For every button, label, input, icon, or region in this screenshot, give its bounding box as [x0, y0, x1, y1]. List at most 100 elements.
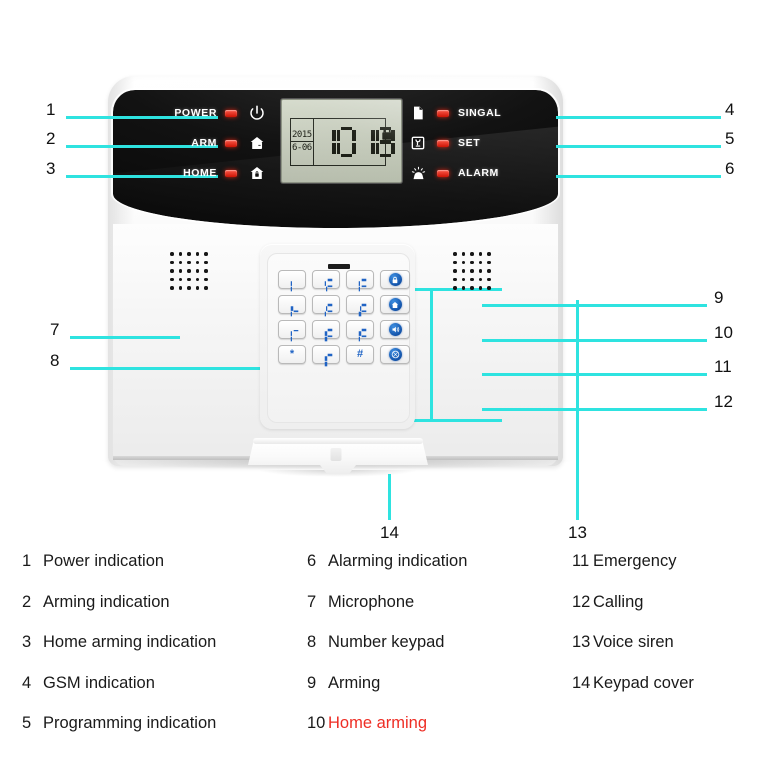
legend-item-number: 3 — [22, 633, 32, 651]
grille-dot — [204, 260, 208, 264]
grille-dot — [170, 260, 174, 264]
keypad-panel: * # — [260, 244, 415, 429]
grille-dot — [487, 269, 491, 273]
house-shield-icon — [247, 133, 267, 153]
legend-item-text: Alarming indication — [328, 552, 468, 570]
grille-dot — [170, 286, 174, 290]
grille-dot — [178, 269, 182, 273]
grille-dot — [204, 269, 208, 273]
keypad-key-star[interactable]: * — [278, 345, 306, 364]
status-label-arm: ARM — [191, 137, 217, 149]
grille-dot — [204, 252, 208, 256]
legend-item-text: Microphone — [328, 592, 415, 611]
legend-item-text: GSM indication — [43, 673, 155, 692]
arm-led — [225, 139, 237, 147]
legend-item: 14 Keypad cover — [572, 674, 694, 715]
legend-item: 1 Power indication — [22, 552, 216, 593]
grille-dot — [170, 277, 174, 281]
voice-siren-button[interactable] — [380, 320, 410, 339]
grille-dot — [453, 277, 457, 281]
grille-dot — [461, 286, 465, 290]
legend-item-number: 7 — [307, 592, 317, 611]
keypad-key-4[interactable] — [278, 295, 306, 316]
home-arming-house-icon — [388, 298, 402, 311]
speaker-voice-icon — [388, 323, 402, 336]
legend-item-number: 9 — [307, 673, 317, 692]
keypad-key-6[interactable] — [346, 295, 374, 316]
keypad-key-3[interactable] — [346, 270, 374, 291]
grille-dot — [187, 269, 191, 273]
grille-dot — [478, 277, 482, 281]
voice-siren-grille — [453, 252, 491, 290]
arming-button[interactable] — [380, 270, 410, 289]
legend-item-text: Voice siren — [593, 633, 674, 651]
status-label-home: HOME — [183, 167, 217, 179]
callout-number-2: 2 — [46, 129, 56, 148]
callout-line-12 — [482, 408, 707, 411]
legend-item-text: Calling — [593, 592, 644, 611]
function-key-column[interactable] — [380, 270, 410, 370]
grille-dot — [478, 269, 482, 273]
keypad-row — [278, 295, 374, 316]
legend-item-text: Keypad cover — [593, 673, 694, 692]
status-row-set: SET — [408, 130, 512, 156]
microphone-grille — [170, 252, 208, 290]
callout-line-9 — [482, 304, 707, 307]
callout-line-14 — [388, 474, 391, 520]
grille-dot — [470, 277, 474, 281]
grille-dot — [178, 260, 182, 264]
grille-dot — [195, 286, 199, 290]
legend-item-number: 8 — [307, 633, 317, 651]
grille-dot — [470, 269, 474, 273]
legend-item-number: 1 — [22, 552, 32, 570]
arming-lock-icon — [388, 273, 402, 286]
legend-item-number: 10 — [307, 714, 326, 732]
legend-item: 13 Voice siren — [572, 633, 694, 674]
legend-item: 7 Microphone — [307, 593, 467, 634]
callout-number-8: 8 — [50, 351, 60, 370]
keypad-cover-tab[interactable] — [330, 448, 341, 461]
callout-line-10 — [482, 339, 707, 342]
keypad-key-1[interactable] — [278, 270, 306, 291]
number-keypad[interactable]: * # — [278, 270, 374, 370]
emergency-button[interactable] — [380, 345, 410, 364]
callout-number-3: 3 — [46, 159, 56, 178]
keypad-key-0[interactable] — [312, 345, 340, 366]
callout-number-7: 7 — [50, 320, 60, 339]
grille-dot — [195, 260, 199, 264]
legend-item-number: 12 — [572, 592, 591, 611]
grille-dot — [178, 277, 182, 281]
keypad-key-hash[interactable]: # — [346, 345, 374, 364]
keypad-key-8[interactable] — [312, 320, 340, 341]
status-label-singal: SINGAL — [458, 107, 502, 119]
legend-item-number: 11 — [572, 552, 590, 570]
house-lock-icon — [247, 163, 267, 183]
grille-dot — [461, 252, 465, 256]
keypad-row — [278, 320, 374, 341]
callout-line-11 — [482, 373, 707, 376]
keypad-box-right — [430, 288, 433, 422]
legend-item-text: Number keypad — [328, 633, 445, 651]
keypad-key-9[interactable] — [346, 320, 374, 341]
legend-item: 9 Arming — [307, 674, 467, 715]
home-led — [225, 169, 237, 177]
legend-item: 10 Home arming — [307, 714, 467, 755]
seven-segment-digit — [336, 127, 356, 157]
keypad-key-7[interactable] — [278, 320, 306, 341]
grille-dot — [195, 269, 199, 273]
lcd-date: 6-06 — [292, 143, 312, 153]
status-led-group-right: SINGAL SET ALARM — [408, 100, 512, 190]
grille-dot — [187, 260, 191, 264]
callout-line-4 — [556, 116, 721, 119]
keypad-key-5[interactable] — [312, 295, 340, 316]
grille-dot — [453, 286, 457, 290]
seven-segment-digit — [317, 127, 336, 157]
keypad-cover-lip — [253, 438, 423, 444]
grille-dot — [453, 252, 457, 256]
home-arming-button[interactable] — [380, 295, 410, 314]
grille-dot — [461, 269, 465, 273]
grille-dot — [478, 260, 482, 264]
lcd-date-block: 2015 6-06 — [291, 119, 314, 165]
grille-dot — [470, 260, 474, 264]
keypad-key-2[interactable] — [312, 270, 340, 291]
